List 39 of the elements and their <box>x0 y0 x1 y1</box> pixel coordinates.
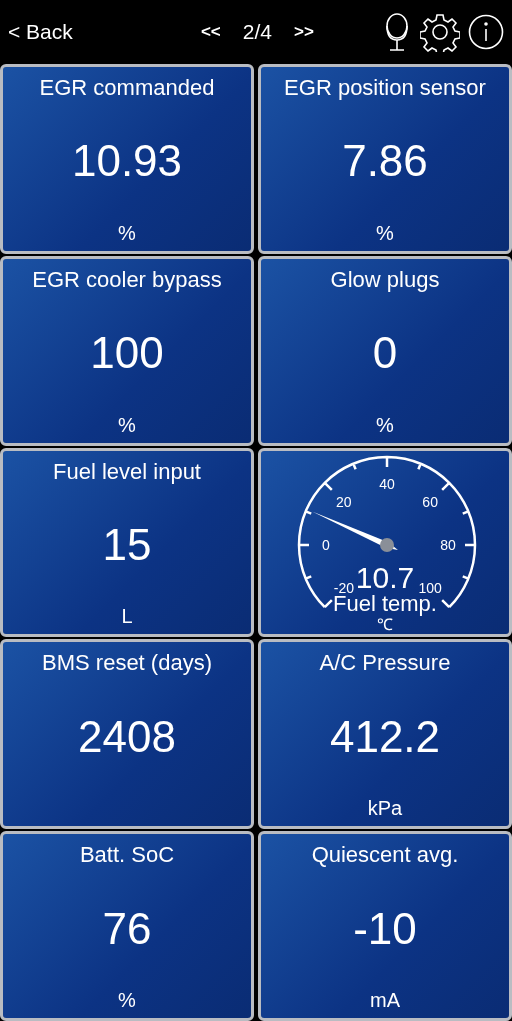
back-link[interactable]: < Back <box>8 20 73 44</box>
previous-page-button[interactable]: << <box>200 22 221 42</box>
tile-unit: % <box>376 413 394 438</box>
gauge-tick-label: 40 <box>379 475 395 492</box>
gauge-tick-label: 60 <box>422 493 438 510</box>
tile-title: Batt. SoC <box>79 842 175 869</box>
gauge-value: 10.7 <box>355 562 415 593</box>
tile-unit: % <box>118 989 136 1013</box>
tile-title: A/C Pressure <box>319 650 451 677</box>
tile-value: 76 <box>102 902 152 955</box>
tile-title: EGR position sensor <box>284 75 486 101</box>
tile-title: BMS reset (days) <box>42 650 212 677</box>
gauge-unit: ℃ <box>377 616 393 633</box>
tile-value: -10 <box>353 902 417 955</box>
next-page-button[interactable]: >> <box>294 22 314 42</box>
tile-value: 2408 <box>78 710 176 763</box>
info-icon[interactable] <box>468 14 504 50</box>
tile-title: Fuel level input <box>53 458 201 485</box>
tile-title: Quiescent avg. <box>311 842 459 869</box>
gauge-tick-label: 0 <box>322 536 330 553</box>
tile-unit: % <box>376 221 394 246</box>
tile-unit: L <box>121 605 133 630</box>
gauge-tick-label: 20 <box>336 493 352 510</box>
tile-unit: mA <box>370 989 400 1013</box>
gauge-tick-label: 80 <box>440 536 456 553</box>
settings-icon[interactable] <box>420 12 460 52</box>
tile-value: 10.93 <box>71 135 183 188</box>
tile-value: 7.86 <box>342 135 428 188</box>
tile-title: Glow plugs <box>330 266 440 293</box>
tile-value: 15 <box>102 519 152 571</box>
tile-title: EGR cooler bypass <box>32 266 222 293</box>
tile-value: 412.2 <box>329 710 441 763</box>
tile-unit: % <box>118 413 136 438</box>
tile-unit: kPa <box>367 797 403 822</box>
tile-unit: % <box>118 221 136 246</box>
tile-value: 100 <box>90 327 164 380</box>
tile-title: EGR commanded <box>39 75 215 101</box>
page-indicator: 2/4 <box>242 20 272 44</box>
tile-value: 0 <box>372 327 398 380</box>
